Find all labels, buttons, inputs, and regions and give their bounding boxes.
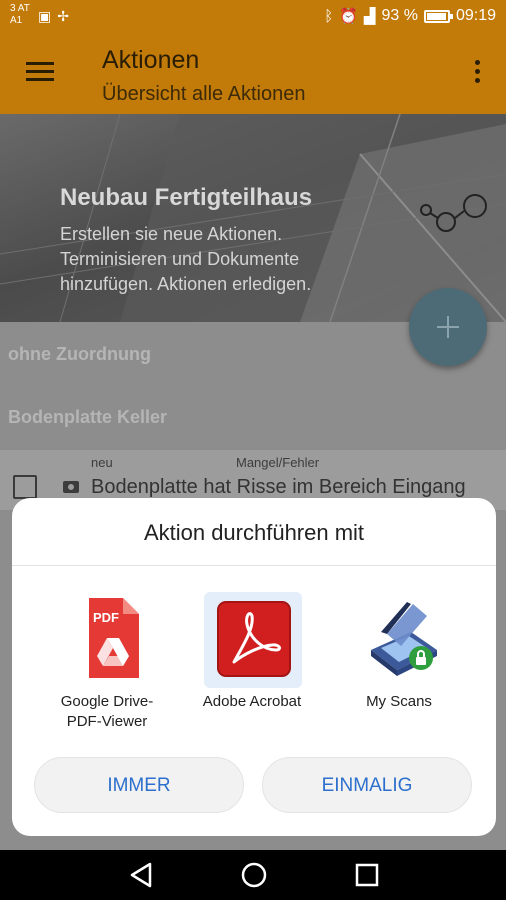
status-bar: 3 AT A1 ▣✢ ᛒ ⏰ ▟ 93 % 09:19 [0, 0, 506, 34]
notification-icons: ▣✢ [38, 8, 75, 25]
app-label: My Scans [366, 693, 432, 710]
signal-icon: ▟ [363, 8, 376, 25]
app-option-google-drive-pdf[interactable]: PDF Google Drive- PDF-Viewer [37, 592, 177, 732]
app-label: Google Drive- PDF-Viewer [60, 693, 154, 730]
google-drive-pdf-icon: PDF [89, 598, 139, 678]
recents-icon[interactable] [354, 861, 380, 889]
app-chooser-dialog: Aktion durchführen mit PDF Google Drive-… [12, 498, 496, 836]
item-status: neu [91, 455, 113, 470]
more-options-icon[interactable] [472, 60, 482, 88]
dialog-title: Aktion durchführen mit [143, 520, 365, 545]
just-once-button[interactable]: EINMALIG [262, 757, 472, 813]
group-header-bodenplatte-keller[interactable]: Bodenplatte Keller [8, 407, 167, 428]
adobe-acrobat-icon [217, 601, 291, 677]
network-nodes-icon [420, 194, 487, 232]
my-scans-icon [371, 602, 437, 676]
menu-icon[interactable] [26, 62, 54, 82]
always-button[interactable]: IMMER [34, 757, 244, 813]
back-icon[interactable] [128, 861, 154, 889]
app-option-my-scans[interactable]: My Scans [329, 592, 469, 732]
status-right: ᛒ ⏰ ▟ 93 % 09:19 [324, 7, 496, 25]
svg-text:PDF: PDF [93, 610, 119, 625]
app-icon-box: PDF [59, 592, 157, 688]
dialog-divider [12, 565, 496, 566]
page-subtitle: Übersicht alle Aktionen [102, 83, 306, 105]
app-option-adobe-acrobat[interactable]: Adobe Acrobat [182, 592, 322, 732]
bluetooth-icon: ᛒ [324, 7, 334, 25]
carrier-line-2: A1 [10, 15, 23, 26]
notification-icon: ▣ [38, 8, 58, 24]
hero-description: Erstellen sie neue Aktionen. Terminisier… [60, 224, 312, 294]
item-checkbox[interactable] [13, 475, 37, 499]
app-bar: Aktionen Übersicht alle Aktionen [0, 34, 506, 114]
app-label: Adobe Acrobat [202, 693, 302, 710]
battery-icon [423, 9, 453, 23]
camera-icon [63, 481, 79, 493]
hero-title: Neubau Fertigteilhaus [60, 184, 313, 211]
hero-banner: Neubau Fertigteilhaus Erstellen sie neue… [0, 114, 506, 322]
home-icon[interactable] [240, 861, 268, 889]
carrier-label: 3 AT A1 [10, 3, 30, 27]
group-header-ohne-zuordnung[interactable]: ohne Zuordnung [8, 344, 151, 365]
page-title: Aktionen [102, 46, 200, 74]
item-title: Bodenplatte hat Risse im Bereich Eingang [91, 476, 466, 498]
system-nav-bar [0, 850, 506, 900]
carrier-line-1: 3 AT [10, 3, 30, 14]
battery-fill [426, 12, 446, 20]
app-icon-box [351, 592, 449, 688]
app-icon-box [204, 592, 302, 688]
clock: 09:19 [455, 7, 496, 24]
alarm-icon: ⏰ [339, 8, 358, 25]
add-action-button[interactable] [409, 288, 487, 366]
battery-percent: 93 % [381, 7, 418, 24]
sync-icon: ✢ [57, 8, 75, 24]
item-type: Mangel/Fehler [236, 455, 320, 470]
